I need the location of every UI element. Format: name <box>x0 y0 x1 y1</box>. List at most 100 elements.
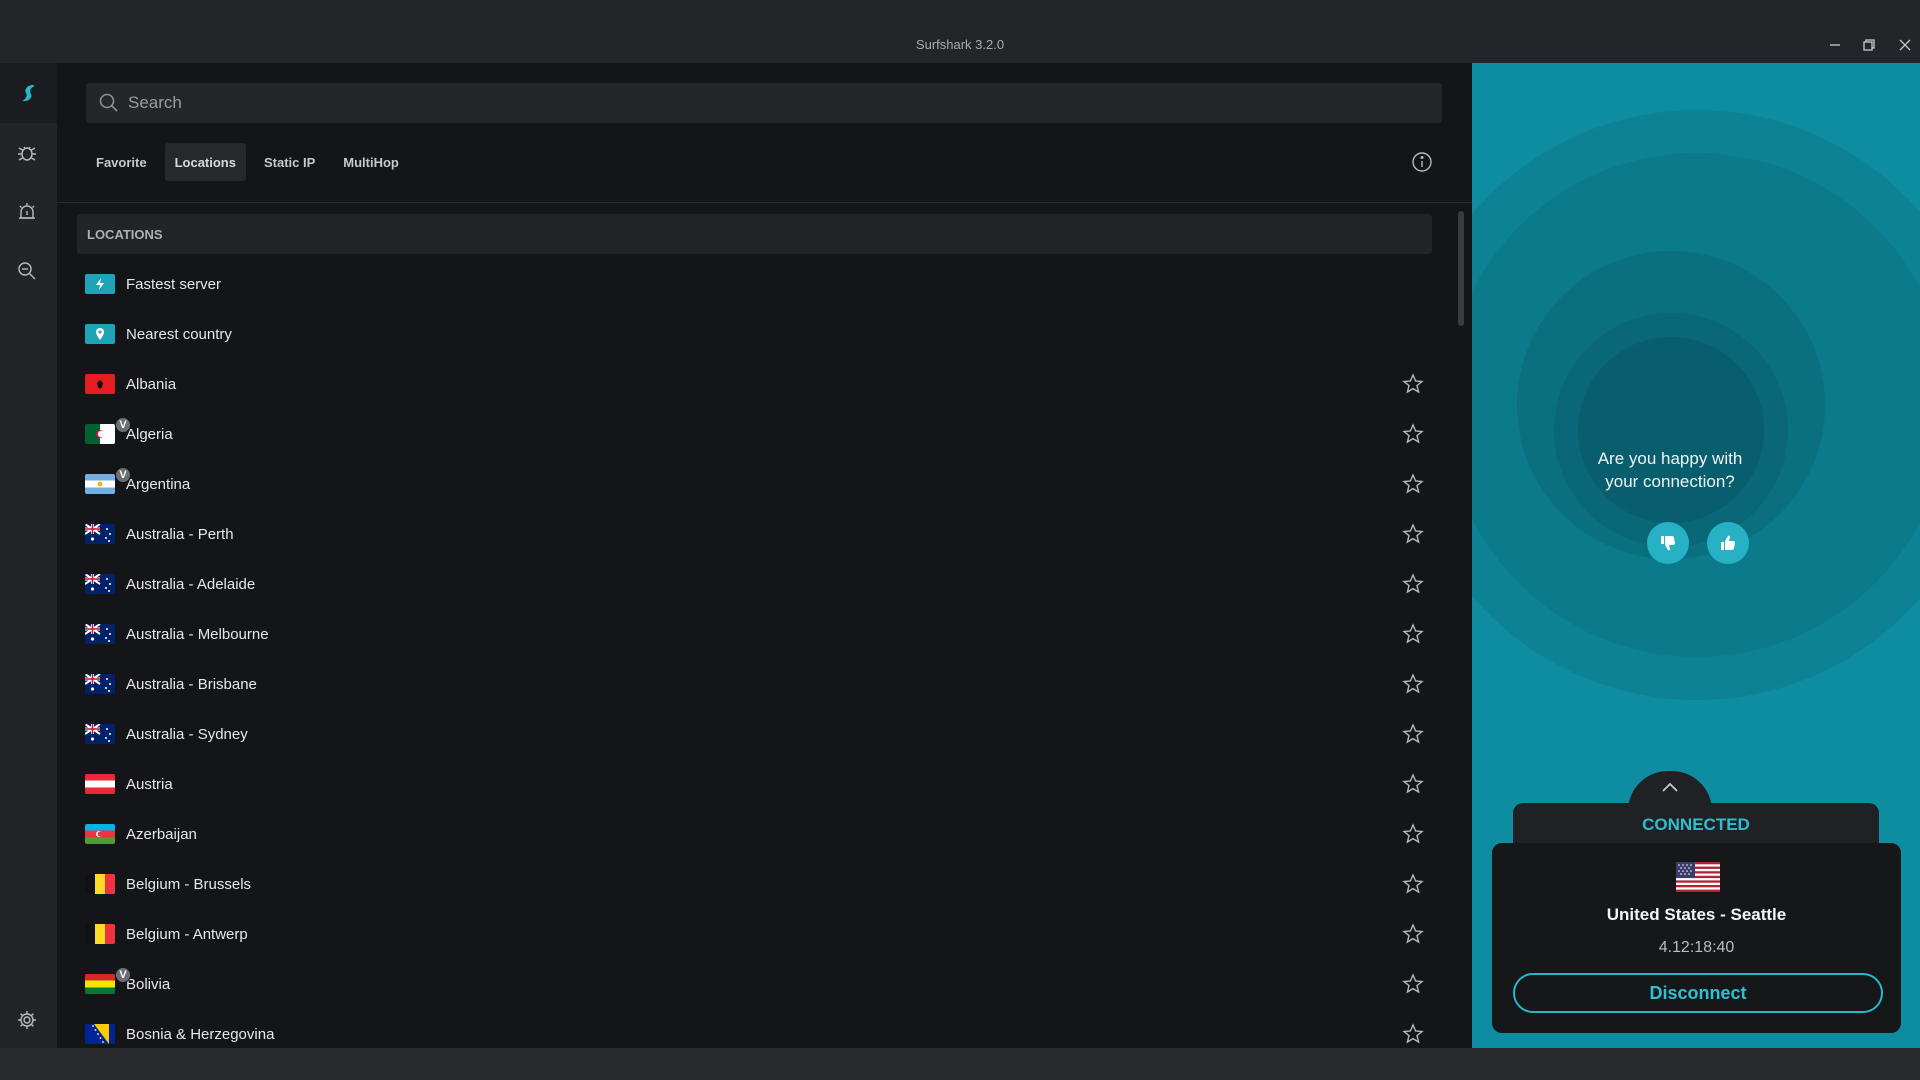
star-icon[interactable] <box>1401 822 1425 846</box>
star-icon[interactable] <box>1401 422 1425 446</box>
app-window: Surfshark 3.2.0 Search Favorite Location… <box>0 0 1920 1080</box>
list-item-label: Fastest server <box>126 275 222 293</box>
minimize-icon <box>1830 44 1840 46</box>
flag-australia-icon <box>85 724 115 744</box>
flag-belgium-icon <box>85 924 115 944</box>
star-icon[interactable] <box>1401 972 1425 996</box>
list-item-label: Albania <box>126 375 177 393</box>
flag-united-states-icon <box>1676 862 1720 892</box>
list-item-label: Azerbaijan <box>126 825 197 843</box>
location-tabs: Favorite Locations Static IP MultiHop <box>86 143 409 181</box>
list-item-label: Bosnia & Herzegovina <box>126 1025 275 1043</box>
tab-favorite[interactable]: Favorite <box>86 143 157 181</box>
disconnect-button[interactable]: Disconnect <box>1513 973 1883 1013</box>
list-item-fastest-server[interactable]: Fastest server <box>77 259 1432 309</box>
bolt-icon <box>85 274 115 294</box>
list-item-australia-adelaide[interactable]: Australia - Adelaide <box>77 559 1432 609</box>
divider <box>57 202 1472 203</box>
connection-panel: Are you happy with your connection? CONN… <box>1472 63 1920 1048</box>
tab-static-ip[interactable]: Static IP <box>254 143 325 181</box>
star-icon[interactable] <box>1401 372 1425 396</box>
list-item-label: Australia - Adelaide <box>126 575 256 593</box>
list-item-bosnia-herzegovina[interactable]: Bosnia & Herzegovina <box>77 1009 1432 1048</box>
star-icon[interactable] <box>1401 922 1425 946</box>
list-item-australia-sydney[interactable]: Australia - Sydney <box>77 709 1432 759</box>
star-icon[interactable] <box>1401 722 1425 746</box>
flag-albania-icon <box>85 374 115 394</box>
feedback-question: Are you happy with your connection? <box>1597 449 1743 491</box>
flag-austria-icon <box>85 774 115 794</box>
star-icon[interactable] <box>1401 622 1425 646</box>
gear-icon <box>18 1011 36 1029</box>
list-item-label: Austria <box>126 775 173 793</box>
list-item-label: Belgium - Antwerp <box>126 925 248 943</box>
list-item-australia-melbourne[interactable]: Australia - Melbourne <box>77 609 1432 659</box>
list-item-nearest-country[interactable]: Nearest country <box>77 309 1432 359</box>
list-item-label: Australia - Melbourne <box>126 625 269 643</box>
flag-australia-icon <box>85 624 115 644</box>
search-bar[interactable] <box>86 83 1442 123</box>
star-icon[interactable] <box>1401 572 1425 596</box>
connection-timer: 4.12:18:40 <box>1658 939 1735 956</box>
search-tool-button[interactable] <box>12 256 42 286</box>
bottom-bar <box>0 1048 1920 1080</box>
title-bar: Surfshark 3.2.0 <box>0 0 1920 63</box>
list-item-label: Nearest country <box>126 325 232 343</box>
tab-multihop[interactable]: MultiHop <box>333 143 409 181</box>
settings-button[interactable] <box>12 1005 42 1035</box>
side-rail <box>0 63 57 1048</box>
thumbs-up-icon <box>1721 535 1735 550</box>
flag-australia-icon <box>85 674 115 694</box>
star-icon[interactable] <box>1401 872 1425 896</box>
thumbs-up-button[interactable] <box>1707 522 1749 564</box>
list-scrollbar[interactable] <box>1458 211 1464 326</box>
star-icon[interactable] <box>1401 772 1425 796</box>
list-item-bolivia[interactable]: V Bolivia <box>77 959 1432 1009</box>
list-item-austria[interactable]: Austria <box>77 759 1432 809</box>
star-icon[interactable] <box>1401 672 1425 696</box>
star-icon[interactable] <box>1401 522 1425 546</box>
list-item-label: Algeria <box>126 425 173 443</box>
restore-button[interactable] <box>1860 36 1878 54</box>
list-item-argentina[interactable]: V Argentina <box>77 459 1432 509</box>
close-icon <box>1899 39 1911 51</box>
virtual-location-badge: V <box>115 417 131 433</box>
list-item-australia-perth[interactable]: Australia - Perth <box>77 509 1432 559</box>
tab-locations[interactable]: Locations <box>164 143 246 181</box>
locations-list: LOCATIONS Fastest server Nearest country… <box>77 214 1432 1048</box>
flag-australia-icon <box>85 524 115 544</box>
minimize-button[interactable] <box>1826 36 1844 54</box>
virtual-location-badge: V <box>115 967 131 983</box>
connected-location: United States - Seattle <box>1606 905 1787 924</box>
list-item-albania[interactable]: Albania <box>77 359 1432 409</box>
list-item-australia-brisbane[interactable]: Australia - Brisbane <box>77 659 1432 709</box>
info-icon[interactable] <box>1411 151 1433 173</box>
flag-azerbaijan-icon <box>85 824 115 844</box>
alert-button[interactable] <box>12 197 42 227</box>
list-item-label: Belgium - Brussels <box>126 875 252 893</box>
list-item-label: Argentina <box>126 475 191 493</box>
list-item-azerbaijan[interactable]: Azerbaijan <box>77 809 1432 859</box>
list-item-belgium-brussels[interactable]: Belgium - Brussels <box>77 859 1432 909</box>
chevron-up-icon[interactable] <box>1660 780 1680 794</box>
star-icon[interactable] <box>1401 1022 1425 1046</box>
ring-decoration <box>1578 337 1764 523</box>
restore-icon <box>1863 39 1875 51</box>
star-icon[interactable] <box>1401 472 1425 496</box>
locations-panel: Favorite Locations Static IP MultiHop LO… <box>57 63 1472 1048</box>
section-header-locations: LOCATIONS <box>77 214 1432 254</box>
search-input[interactable] <box>128 93 1328 113</box>
surfshark-logo[interactable] <box>0 63 57 123</box>
thumbs-down-button[interactable] <box>1647 522 1689 564</box>
thumbs-down-icon <box>1661 536 1675 551</box>
flag-australia-icon <box>85 574 115 594</box>
connection-status: CONNECTED <box>1642 815 1750 834</box>
list-item-belgium-antwerp[interactable]: Belgium - Antwerp <box>77 909 1432 959</box>
close-button[interactable] <box>1896 36 1914 54</box>
list-item-algeria[interactable]: V Algeria <box>77 409 1432 459</box>
list-item-label: Australia - Brisbane <box>126 675 257 693</box>
list-item-label: Bolivia <box>126 975 171 993</box>
list-item-label: Australia - Perth <box>126 525 234 543</box>
antivirus-button[interactable] <box>12 138 42 168</box>
surfshark-logo-icon <box>21 85 35 102</box>
